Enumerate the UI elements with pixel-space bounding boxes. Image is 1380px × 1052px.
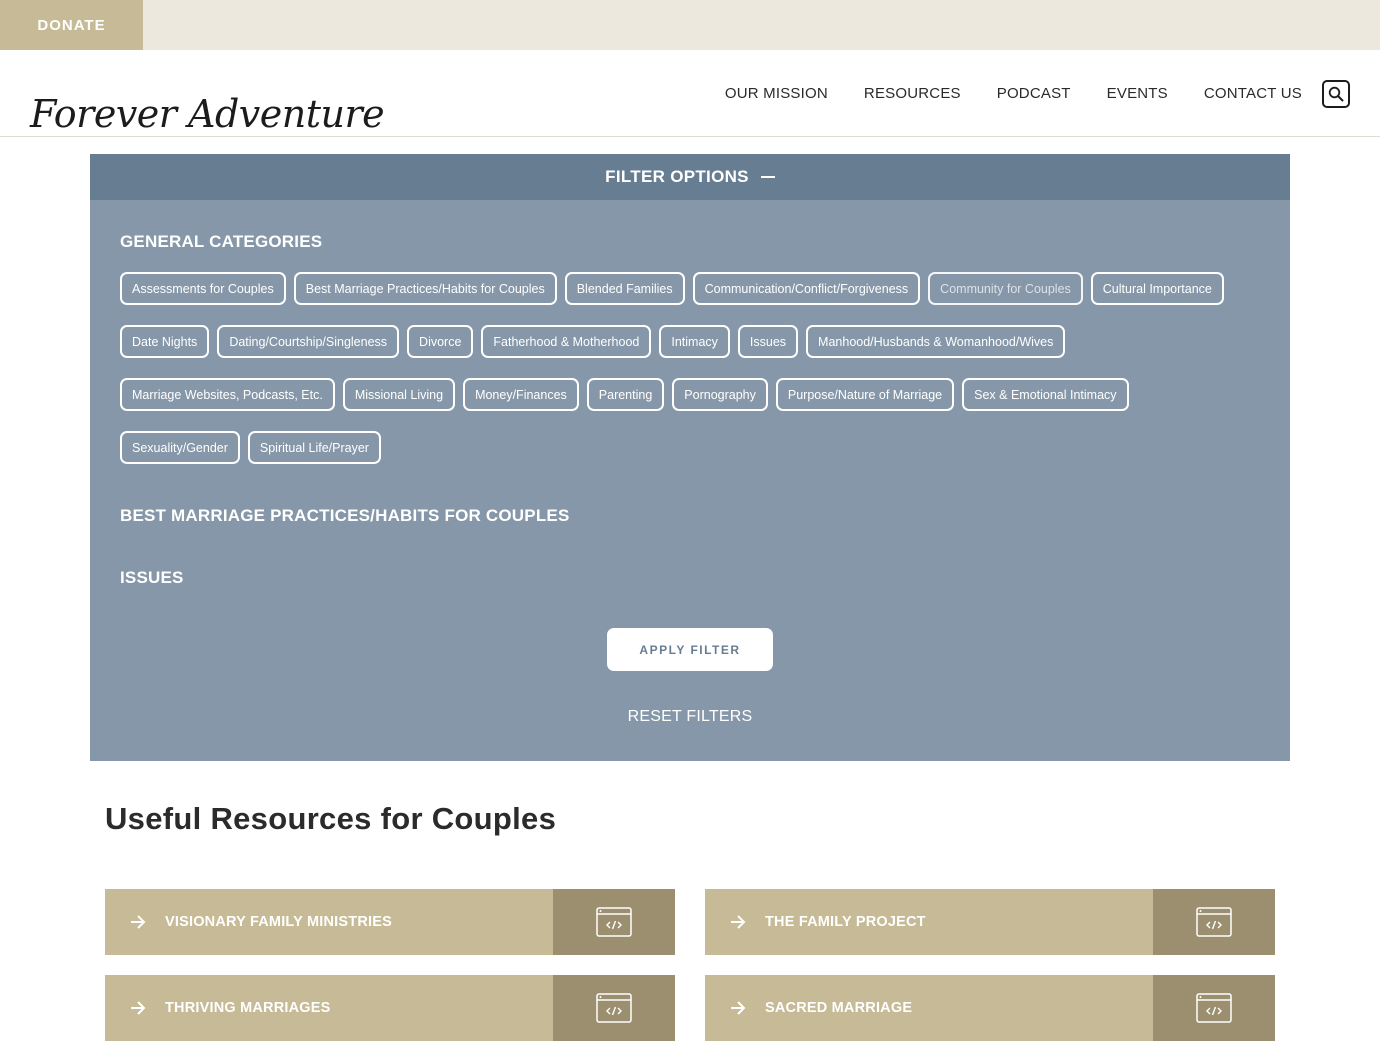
donate-button[interactable]: DONATE [0, 0, 143, 50]
resource-card-icon-box[interactable] [553, 889, 675, 955]
resource-card-main[interactable]: THE FAMILY PROJECT [705, 889, 1153, 955]
resource-card[interactable]: SACRED MARRIAGE [705, 975, 1275, 1041]
resource-card[interactable]: THRIVING MARRIAGES [105, 975, 675, 1041]
chip-row: Marriage Websites, Podcasts, Etc. Missio… [120, 378, 1260, 411]
resource-card-label: THE FAMILY PROJECT [765, 914, 926, 930]
category-chip[interactable]: Fatherhood & Motherhood [481, 325, 652, 358]
filter-panel: FILTER OPTIONS GENERAL CATEGORIES Assess… [90, 154, 1290, 761]
category-chip[interactable]: Pornography [672, 378, 768, 411]
category-chip[interactable]: Sexuality/Gender [120, 431, 240, 464]
arrow-right-icon [131, 915, 146, 929]
category-chip[interactable]: Assessments for Couples [120, 272, 286, 305]
arrow-right-icon [131, 1001, 146, 1015]
chip-row: Sexuality/Gender Spiritual Life/Prayer [120, 431, 1260, 464]
category-chip[interactable]: Purpose/Nature of Marriage [775, 378, 955, 411]
search-button[interactable] [1322, 79, 1350, 108]
resource-card-icon-box[interactable] [553, 975, 675, 1041]
collapse-icon [760, 176, 775, 178]
resource-card-main[interactable]: THRIVING MARRIAGES [105, 975, 553, 1041]
web-code-icon [1196, 993, 1232, 1023]
category-chip[interactable]: Communication/Conflict/Forgiveness [692, 272, 921, 305]
reset-filters-link[interactable]: RESET FILTERS [90, 708, 1290, 726]
filter-options-title: FILTER OPTIONS [605, 167, 749, 186]
general-categories-title[interactable]: GENERAL CATEGORIES [120, 232, 322, 252]
resource-card-main[interactable]: VISIONARY FAMILY MINISTRIES [105, 889, 553, 955]
best-practices-section-title[interactable]: BEST MARRIAGE PRACTICES/HABITS FOR COUPL… [120, 506, 569, 526]
nav-resources[interactable]: RESOURCES [864, 85, 961, 102]
category-chip[interactable]: Money/Finances [463, 378, 579, 411]
arrow-right-icon [731, 915, 746, 929]
apply-filter-button[interactable]: APPLY FILTER [607, 628, 773, 671]
nav-our-mission[interactable]: OUR MISSION [725, 85, 828, 102]
category-chip[interactable]: Date Nights [120, 325, 210, 358]
nav-contact-us[interactable]: CONTACT US [1204, 85, 1302, 102]
category-chip[interactable]: Parenting [586, 378, 665, 411]
resource-card-label: VISIONARY FAMILY MINISTRIES [165, 914, 392, 930]
category-chip[interactable]: Spiritual Life/Prayer [247, 431, 381, 464]
category-chip[interactable]: Community for Couples [928, 272, 1083, 305]
category-chip[interactable]: Issues [737, 325, 799, 358]
arrow-right-icon [731, 1001, 746, 1015]
resources-heading: Useful Resources for Couples [105, 801, 557, 836]
category-chip[interactable]: Intimacy [659, 325, 730, 358]
top-bar: DONATE [0, 0, 1380, 50]
web-code-icon [596, 993, 632, 1023]
category-chip[interactable]: Cultural Importance [1090, 272, 1224, 305]
web-code-icon [596, 907, 632, 937]
category-chips: Assessments for Couples Best Marriage Pr… [120, 272, 1260, 484]
site-logo[interactable]: Forever Adventure [30, 92, 385, 136]
resource-card-label: SACRED MARRIAGE [765, 1000, 913, 1016]
chip-row: Assessments for Couples Best Marriage Pr… [120, 272, 1260, 305]
category-chip[interactable]: Manhood/Husbands & Womanhood/Wives [806, 325, 1066, 358]
main-nav: OUR MISSION RESOURCES PODCAST EVENTS CON… [689, 50, 1350, 137]
category-chip[interactable]: Marriage Websites, Podcasts, Etc. [120, 378, 335, 411]
category-chip[interactable]: Sex & Emotional Intimacy [962, 378, 1129, 411]
category-chip[interactable]: Missional Living [342, 378, 456, 411]
nav-podcast[interactable]: PODCAST [997, 85, 1071, 102]
filter-options-toggle[interactable]: FILTER OPTIONS [90, 154, 1290, 200]
nav-events[interactable]: EVENTS [1107, 85, 1168, 102]
chip-row: Date Nights Dating/Courtship/Singleness … [120, 325, 1260, 358]
category-chip[interactable]: Dating/Courtship/Singleness [217, 325, 400, 358]
resource-card-main[interactable]: SACRED MARRIAGE [705, 975, 1153, 1041]
category-chip[interactable]: Best Marriage Practices/Habits for Coupl… [293, 272, 557, 305]
issues-section-title[interactable]: ISSUES [120, 568, 184, 588]
search-icon [1328, 86, 1344, 101]
resource-card[interactable]: VISIONARY FAMILY MINISTRIES [105, 889, 675, 955]
site-header: Forever Adventure OUR MISSION RESOURCES … [0, 50, 1380, 137]
resource-card-icon-box[interactable] [1153, 975, 1275, 1041]
resource-card-icon-box[interactable] [1153, 889, 1275, 955]
category-chip[interactable]: Divorce [407, 325, 474, 358]
web-code-icon [1196, 907, 1232, 937]
resource-card-label: THRIVING MARRIAGES [165, 1000, 331, 1016]
category-chip[interactable]: Blended Families [564, 272, 685, 305]
resource-card[interactable]: THE FAMILY PROJECT [705, 889, 1275, 955]
